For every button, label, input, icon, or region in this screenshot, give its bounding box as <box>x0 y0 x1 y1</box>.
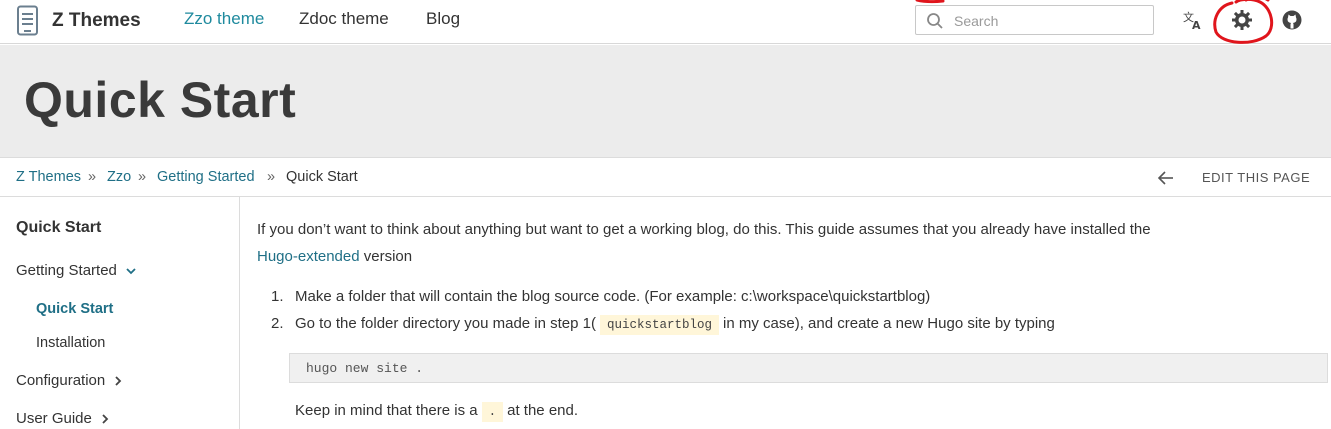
translate-icon[interactable]: 文 A <box>1182 9 1204 31</box>
svg-text:A: A <box>1192 19 1201 31</box>
sidebar-item-configuration[interactable]: Configuration <box>16 372 123 389</box>
intro-tail: version <box>359 248 413 265</box>
breadcrumb-getting-started[interactable]: Getting Started <box>157 169 255 185</box>
search-input[interactable] <box>954 11 1144 31</box>
intro-paragraph: If you don’t want to think about anythin… <box>257 216 1307 270</box>
hugo-extended-link[interactable]: Hugo-extended <box>257 248 360 265</box>
sidebar-item-label: Getting Started <box>16 262 117 279</box>
breadcrumb-current: Quick Start <box>286 169 358 185</box>
intro-text: If you don’t want to think about anythin… <box>257 221 1151 238</box>
sidebar-item-getting-started[interactable]: Getting Started <box>16 262 137 279</box>
sidebar: Quick Start Getting Started Quick Start … <box>0 197 240 429</box>
breadcrumb: Z Themes » Zzo » Getting Started » Quick… <box>0 157 1331 197</box>
breadcrumb-zzo[interactable]: Zzo <box>107 169 131 185</box>
page-title: Quick Start <box>24 72 297 128</box>
sidebar-item-installation[interactable]: Installation <box>36 335 105 351</box>
brand-title[interactable]: Z Themes <box>52 10 141 32</box>
page-hero: Quick Start <box>0 45 1331 157</box>
edit-page-link[interactable]: EDIT THIS PAGE <box>1202 170 1310 185</box>
top-navbar: Z Themes Zzo theme Zdoc theme Blog 文 A <box>0 0 1331 44</box>
inline-code: quickstartblog <box>600 315 720 335</box>
list-item: 2. Go to the folder directory you made in… <box>271 315 1055 335</box>
note-text: Keep in mind that there is a. at the end. <box>295 402 579 422</box>
breadcrumb-separator: » <box>267 169 276 185</box>
sidebar-title: Quick Start <box>16 219 102 236</box>
note-after: at the end. <box>507 402 579 419</box>
arrow-left-icon[interactable] <box>1157 169 1175 187</box>
search-icon <box>927 13 943 29</box>
inline-code: . <box>481 402 504 422</box>
step-text: in my case), and create a new Hugo site … <box>723 315 1055 332</box>
step-text: Go to the folder directory you made in s… <box>295 315 596 332</box>
main-content: If you don’t want to think about anythin… <box>241 197 1331 429</box>
code-block[interactable]: hugo new site . <box>289 353 1328 383</box>
document-logo-icon[interactable] <box>15 5 41 37</box>
chevron-right-icon <box>102 414 109 424</box>
nav-blog[interactable]: Blog <box>426 9 460 29</box>
chevron-down-icon <box>126 268 136 275</box>
breadcrumb-separator: » <box>138 169 147 185</box>
list-item: 1. Make a folder that will contain the bl… <box>271 288 930 305</box>
list-number: 1. <box>271 288 284 305</box>
search-box[interactable] <box>915 5 1154 35</box>
breadcrumb-z-themes[interactable]: Z Themes <box>16 169 81 185</box>
sidebar-item-label: User Guide <box>16 410 92 427</box>
nav-zdoc-theme[interactable]: Zdoc theme <box>299 9 389 29</box>
sidebar-item-quick-start[interactable]: Quick Start <box>36 301 113 317</box>
breadcrumb-separator: » <box>88 169 97 185</box>
chevron-right-icon <box>115 376 122 386</box>
code-text: hugo new site . <box>306 361 424 376</box>
note-before: Keep in mind that there is a <box>295 402 478 419</box>
sidebar-item-label: Configuration <box>16 372 106 389</box>
sidebar-item-user-guide[interactable]: User Guide <box>16 410 110 427</box>
gear-icon[interactable] <box>1231 9 1253 31</box>
nav-zzo-theme[interactable]: Zzo theme <box>184 9 264 29</box>
step-text: Make a folder that will contain the blog… <box>295 288 931 305</box>
list-number: 2. <box>271 315 284 332</box>
github-icon[interactable] <box>1281 9 1303 31</box>
